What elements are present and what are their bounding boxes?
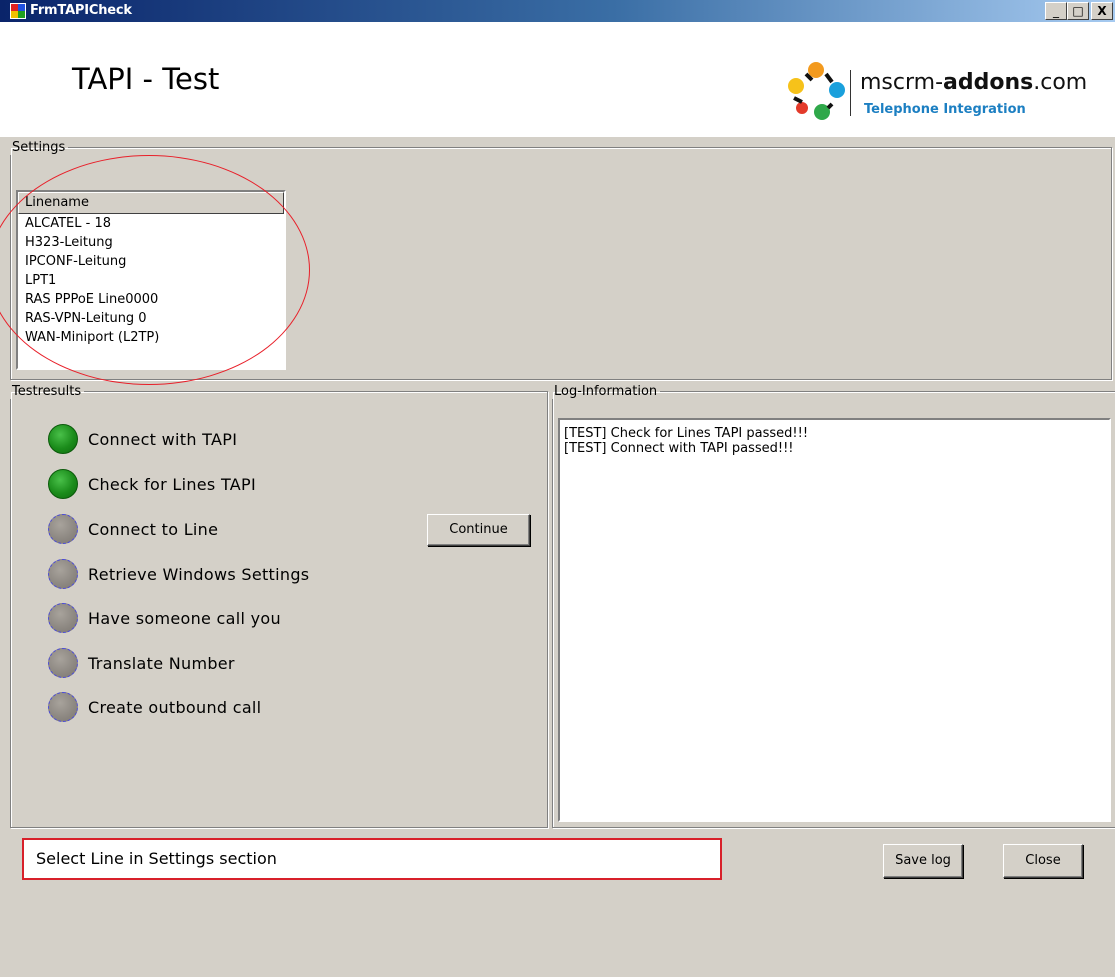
list-item[interactable]: LPT1: [18, 271, 284, 290]
log-line: [TEST] Connect with TAPI passed!!!: [564, 441, 794, 456]
logo-mark-icon: [788, 62, 845, 120]
list-item[interactable]: H323-Leitung: [18, 233, 284, 252]
test-label: Connect to Line: [88, 520, 219, 539]
logo-divider: [850, 70, 851, 116]
log-information-legend: Log-Information: [554, 384, 658, 399]
logo-wordmark: mscrm-addons.com: [860, 70, 1088, 95]
title-bar[interactable]: FrmTAPICheck _ □ X: [0, 0, 1115, 22]
close-button[interactable]: Close: [1003, 844, 1083, 878]
status-led-icon: [48, 692, 78, 722]
test-label: Translate Number: [88, 654, 235, 673]
header-banner: TAPI - Test mscrm-addons.com Telephone I…: [0, 22, 1115, 137]
status-led-icon: [48, 603, 78, 633]
company-logo: mscrm-addons.com Telephone Integration: [782, 62, 1102, 132]
status-led-icon: [48, 514, 78, 544]
log-line: [TEST] Check for Lines TAPI passed!!!: [564, 426, 809, 441]
save-log-button[interactable]: Save log: [883, 844, 963, 878]
page-title: TAPI - Test: [72, 62, 220, 96]
testresults-group: Testresults: [10, 384, 548, 828]
line-list-items: ALCATEL - 18 H323-Leitung IPCONF-Leitung…: [18, 214, 284, 347]
window-controls: _ □ X: [1045, 2, 1113, 20]
status-led-icon: [48, 424, 78, 454]
settings-legend: Settings: [12, 140, 66, 155]
window-title: FrmTAPICheck: [30, 3, 132, 18]
test-label: Have someone call you: [88, 609, 281, 628]
status-message-box: Select Line in Settings section: [22, 838, 722, 880]
testresults-legend: Testresults: [12, 384, 82, 399]
close-window-button[interactable]: X: [1091, 2, 1113, 20]
list-item[interactable]: ALCATEL - 18: [18, 214, 284, 233]
continue-button[interactable]: Continue: [427, 514, 530, 546]
maximize-button[interactable]: □: [1067, 2, 1089, 20]
test-label: Check for Lines TAPI: [88, 475, 256, 494]
list-item[interactable]: RAS PPPoE Line0000: [18, 290, 284, 309]
list-item[interactable]: WAN-Miniport (L2TP): [18, 328, 284, 347]
linename-column-header[interactable]: Linename: [18, 192, 284, 214]
log-textbox[interactable]: [TEST] Check for Lines TAPI passed!!! [TE…: [558, 418, 1111, 822]
app-icon: [10, 3, 26, 19]
status-led-icon: [48, 648, 78, 678]
minimize-button[interactable]: _: [1045, 2, 1067, 20]
test-label: Connect with TAPI: [88, 430, 238, 449]
logo-tagline: Telephone Integration: [864, 102, 1026, 117]
test-label: Retrieve Windows Settings: [88, 565, 310, 584]
status-led-icon: [48, 559, 78, 589]
status-led-icon: [48, 469, 78, 499]
list-item[interactable]: IPCONF-Leitung: [18, 252, 284, 271]
list-item[interactable]: RAS-VPN-Leitung 0: [18, 309, 284, 328]
line-list[interactable]: Linename ALCATEL - 18 H323-Leitung IPCON…: [16, 190, 286, 370]
test-label: Create outbound call: [88, 698, 262, 717]
